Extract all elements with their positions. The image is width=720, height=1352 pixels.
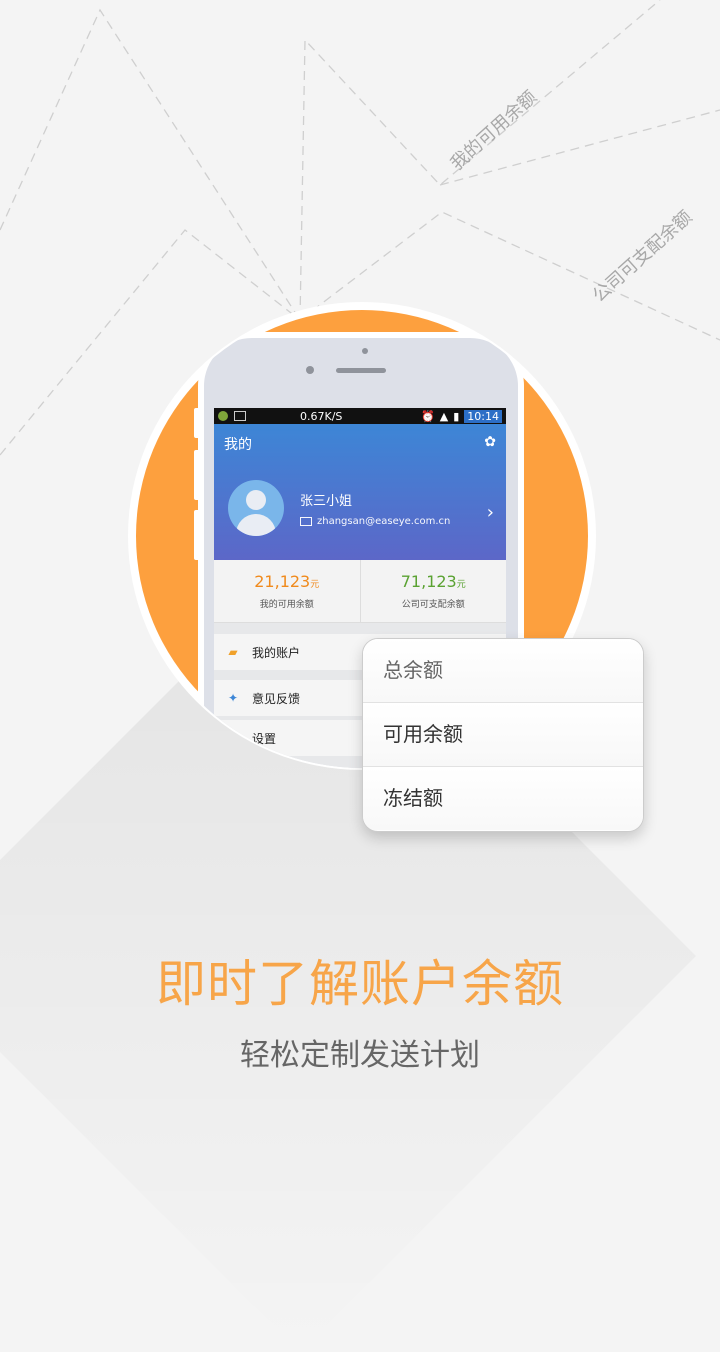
avatar-body <box>236 514 276 536</box>
app-notification-icon <box>218 411 228 421</box>
page-title: 我的 <box>224 437 252 453</box>
mail-icon <box>300 516 312 526</box>
avatar[interactable] <box>228 480 284 536</box>
net-speed: 0.67K/S <box>300 409 343 423</box>
subheadline: 轻松定制发送计划 <box>240 1038 480 1073</box>
wallet-icon: ▰ <box>228 645 238 659</box>
status-time: 10:14 <box>464 409 502 423</box>
balance-available-label: 我的可用余额 <box>259 600 314 610</box>
profile-header: 我的 ✿ 张三小姐 zhangsan@easeye.com.cn › <box>214 424 506 560</box>
option-total-balance[interactable]: 总余额 <box>363 639 643 703</box>
pin-icon: ✦ <box>227 691 239 705</box>
balance-company-amount: 71,123元 <box>400 572 466 591</box>
wifi-icon: ▲ <box>439 409 449 423</box>
phone-side-button <box>194 450 200 500</box>
status-right: ⏰ ▲ ▮ 10:14 <box>421 409 502 423</box>
phone-side-button <box>194 510 200 560</box>
user-name: 张三小姐 <box>300 494 353 509</box>
settings-icon <box>226 731 240 745</box>
phone-side-button <box>194 408 200 438</box>
menu-label: 我的账户 <box>252 645 301 660</box>
menu-label: 设置 <box>252 731 277 746</box>
balance-available[interactable]: 21,123元 我的可用余额 <box>214 560 360 622</box>
headline: 即时了解账户余额 <box>156 955 564 1013</box>
balance-company-label: 公司可支配余额 <box>401 600 465 610</box>
balance-company[interactable]: 71,123元 公司可支配余额 <box>359 560 507 622</box>
phone-speaker <box>336 368 386 373</box>
chevron-right-icon[interactable]: › <box>487 502 494 523</box>
balance-type-dropdown: 总余额 可用余额 冻结额 <box>362 638 644 832</box>
option-available-balance[interactable]: 可用余额 <box>363 703 643 767</box>
avatar-head <box>246 490 266 510</box>
alarm-icon: ⏰ <box>421 409 435 423</box>
battery-icon: ▮ <box>453 409 460 423</box>
phone-sensor <box>306 366 314 374</box>
user-email: zhangsan@easeye.com.cn <box>317 516 451 527</box>
phone-camera <box>362 348 368 354</box>
user-email-row: zhangsan@easeye.com.cn <box>300 516 450 527</box>
option-frozen-amount[interactable]: 冻结额 <box>363 767 643 830</box>
status-bar: 0.67K/S ⏰ ▲ ▮ 10:14 <box>214 408 506 424</box>
gear-icon[interactable]: ✿ <box>484 434 496 450</box>
balance-summary: 21,123元 我的可用余额 71,123元 公司可支配余额 <box>214 560 506 623</box>
image-icon <box>234 411 246 421</box>
balance-available-amount: 21,123元 <box>254 572 320 591</box>
menu-label: 意见反馈 <box>252 691 301 706</box>
